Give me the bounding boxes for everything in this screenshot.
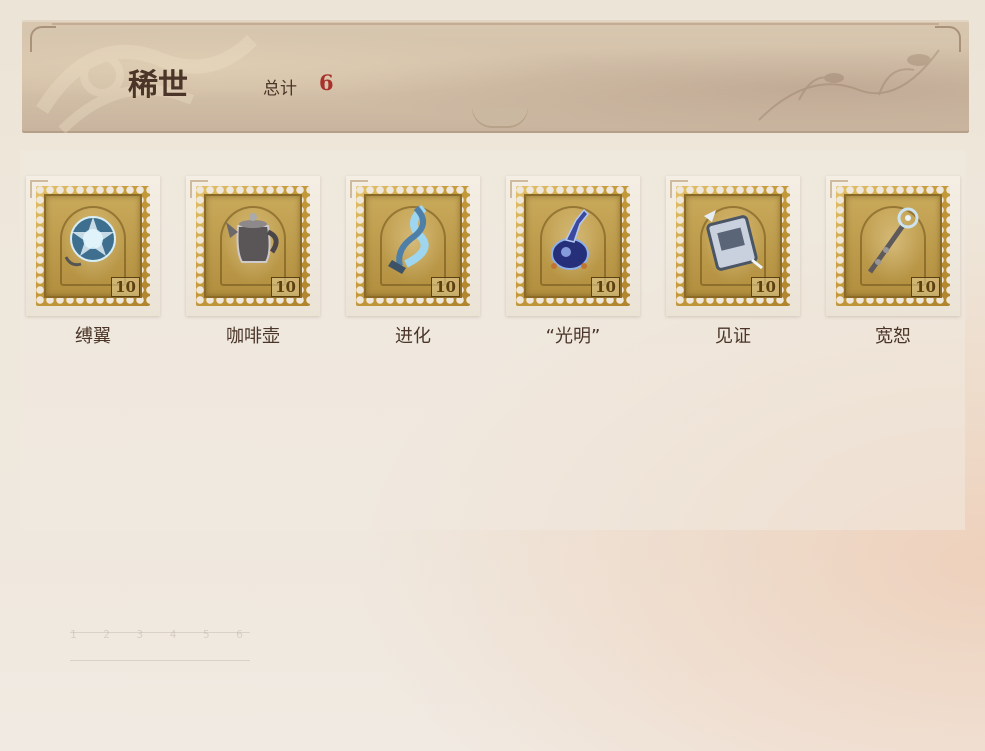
item-card: 10 — [826, 176, 960, 316]
dna-helix-icon — [388, 204, 429, 274]
stamp-number: 10 — [911, 277, 940, 297]
ruler-numbers: 1 2 3 4 5 6 — [70, 628, 253, 641]
page-title: 稀世 — [128, 68, 188, 103]
collection-item-forgiveness[interactable]: 10 宽恕 — [826, 176, 960, 348]
collection-item-light[interactable]: 10 “光明” — [506, 176, 640, 348]
item-name: 宽恕 — [875, 326, 911, 347]
collection-item-bound-wings[interactable]: 10 缚翼 — [26, 176, 160, 348]
stamp-number: 10 — [751, 277, 780, 297]
stamp-number: 10 — [431, 277, 460, 297]
gold-stamp: 10 — [356, 186, 470, 306]
item-card: 10 — [666, 176, 800, 316]
item-name: 进化 — [395, 326, 431, 347]
item-name: “光明” — [545, 326, 601, 347]
ruler-line-bottom — [70, 660, 250, 661]
item-name: 咖啡壶 — [226, 326, 280, 347]
collection-item-witness[interactable]: 10 见证 — [666, 176, 800, 348]
stamp-number: 10 — [591, 277, 620, 297]
paper-background — [20, 150, 965, 530]
collection-item-evolution[interactable]: 10 进化 — [346, 176, 480, 348]
collection-item-coffee-pot[interactable]: 10 咖啡壶 — [186, 176, 320, 348]
item-name: 缚翼 — [75, 326, 111, 347]
gold-stamp: 10 — [676, 186, 790, 306]
gold-stamp: 10 — [36, 186, 150, 306]
gold-stamp: 10 — [516, 186, 630, 306]
item-card: 10 — [186, 176, 320, 316]
item-name: 见证 — [715, 326, 751, 347]
item-card: 10 — [26, 176, 160, 316]
winged-orb-icon — [64, 216, 116, 267]
scepter-icon — [867, 207, 919, 274]
witness-frame-icon — [704, 210, 763, 271]
plant-sketch-icon — [758, 49, 940, 121]
coffee-pot-icon — [226, 213, 279, 263]
stamp-number: 10 — [271, 277, 300, 297]
item-card: 10 — [506, 176, 640, 316]
total-count: 6 — [319, 70, 334, 95]
potion-bottle-icon — [551, 208, 590, 270]
stamp-number: 10 — [111, 277, 140, 297]
total-label: 总计 — [263, 79, 297, 99]
item-card: 10 — [346, 176, 480, 316]
gold-stamp: 10 — [196, 186, 310, 306]
gold-stamp: 10 — [836, 186, 950, 306]
